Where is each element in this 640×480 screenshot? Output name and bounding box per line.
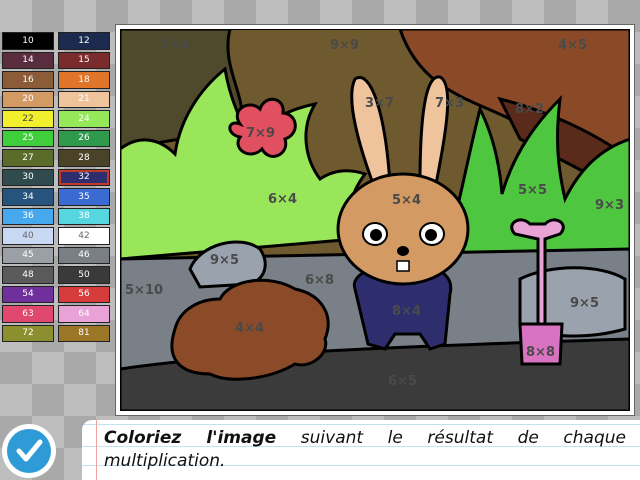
color-swatch-20[interactable]: 20	[2, 90, 54, 108]
color-swatch-36[interactable]: 36	[2, 207, 54, 225]
color-swatch-16[interactable]: 16	[2, 71, 54, 89]
color-swatch-12[interactable]: 12	[58, 32, 110, 50]
instruction-panel: Coloriez l'image suivant le résultat de …	[82, 420, 640, 480]
color-swatch-15[interactable]: 15	[58, 51, 110, 69]
color-swatch-21[interactable]: 21	[58, 90, 110, 108]
coloring-picture[interactable]: 7×4 9×9 4×5 3×7 7×3 8×2 7×9 5×5 9×3 5×4 …	[120, 29, 630, 411]
color-swatch-63[interactable]: 63	[2, 305, 54, 323]
color-swatch-48[interactable]: 48	[2, 266, 54, 284]
color-swatch-35[interactable]: 35	[58, 188, 110, 206]
label-stones: 6×8	[305, 273, 334, 288]
label-bg-top-mid: 9×9	[330, 38, 359, 53]
color-swatch-10[interactable]: 10	[2, 32, 54, 50]
color-swatch-64[interactable]: 64	[58, 305, 110, 323]
label-bg-top-right: 4×5	[558, 38, 587, 53]
color-swatch-38[interactable]: 38	[58, 207, 110, 225]
label-stone-right: 9×5	[570, 296, 599, 311]
label-shovel: 8×8	[526, 345, 555, 360]
color-swatch-30[interactable]: 30	[2, 168, 54, 186]
label-ground: 6×5	[388, 374, 417, 389]
color-swatch-54[interactable]: 54	[2, 285, 54, 303]
color-swatch-27[interactable]: 27	[2, 149, 54, 167]
check-icon	[7, 429, 51, 473]
color-swatch-81[interactable]: 81	[58, 324, 110, 342]
color-swatch-45[interactable]: 45	[2, 246, 54, 264]
color-swatch-14[interactable]: 14	[2, 51, 54, 69]
color-swatch-50[interactable]: 50	[58, 266, 110, 284]
coloring-canvas-frame: 7×4 9×9 4×5 3×7 7×3 8×2 7×9 5×5 9×3 5×4 …	[115, 24, 635, 416]
color-swatch-24[interactable]: 24	[58, 110, 110, 128]
color-swatch-28[interactable]: 28	[58, 149, 110, 167]
label-bg-top-left: 7×4	[160, 38, 189, 53]
label-ear-left: 3×7	[365, 96, 394, 111]
label-mound: 8×2	[515, 102, 544, 117]
notebook-margin-line	[96, 420, 97, 480]
label-dirt: 4×4	[235, 321, 264, 336]
label-right-dark: 9×3	[595, 198, 624, 213]
color-swatch-26[interactable]: 26	[58, 129, 110, 147]
color-swatch-25[interactable]: 25	[2, 129, 54, 147]
label-flower: 7×9	[246, 126, 275, 141]
color-swatch-56[interactable]: 56	[58, 285, 110, 303]
label-body: 8×4	[392, 304, 421, 319]
color-swatch-40[interactable]: 40	[2, 227, 54, 245]
color-swatch-18[interactable]: 18	[58, 71, 110, 89]
color-palette: 10 12 14 15 16 18 20 21 22 24 25 26 27 28 30 32 34 35 36 38…	[0, 31, 112, 343]
label-head: 5×4	[392, 193, 421, 208]
color-swatch-34[interactable]: 34	[2, 188, 54, 206]
label-ground-left: 5×10	[125, 283, 163, 298]
validate-button[interactable]	[2, 424, 56, 478]
color-swatch-72[interactable]: 72	[2, 324, 54, 342]
label-rock: 9×5	[210, 253, 239, 268]
instruction-bold: Coloriez l'image	[104, 428, 277, 448]
label-grass-right: 5×5	[518, 183, 547, 198]
label-bush-left: 6×4	[268, 192, 297, 207]
instruction-text: Coloriez l'image suivant le résultat de …	[104, 427, 626, 473]
color-swatch-42[interactable]: 42	[58, 227, 110, 245]
color-swatch-32[interactable]: 32	[58, 168, 110, 186]
label-ear-right: 7×3	[435, 96, 464, 111]
color-swatch-22[interactable]: 22	[2, 110, 54, 128]
color-swatch-46[interactable]: 46	[58, 246, 110, 264]
